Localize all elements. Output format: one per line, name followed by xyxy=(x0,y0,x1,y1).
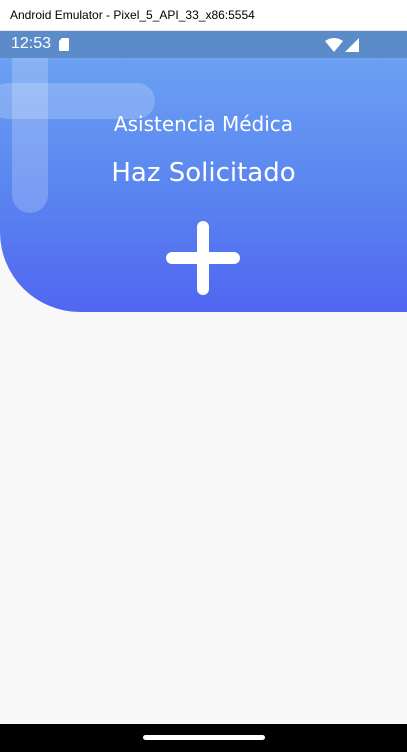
home-gesture-handle[interactable] xyxy=(143,735,265,740)
cellular-signal-icon xyxy=(345,38,359,52)
window-titlebar[interactable]: Android Emulator - Pixel_5_API_33_x86:55… xyxy=(0,0,407,31)
header-subtitle: Asistencia Médica xyxy=(113,112,294,136)
window-title: Android Emulator - Pixel_5_API_33_x86:55… xyxy=(10,8,255,22)
wifi-icon xyxy=(325,38,343,52)
navigation-bar xyxy=(0,724,407,752)
header-title: Haz Solicitado xyxy=(111,158,296,188)
emulator-window: Android Emulator - Pixel_5_API_33_x86:55… xyxy=(0,0,407,752)
header-banner: Asistencia Médica Haz Solicitado xyxy=(0,31,407,312)
plus-icon[interactable] xyxy=(166,221,240,295)
status-time: 12:53 xyxy=(11,35,52,52)
sim-card-icon xyxy=(59,38,69,51)
status-bar: 12:53 xyxy=(0,31,407,58)
device-screen: 12:53 Asistencia Médica Haz Solicitado xyxy=(0,31,407,752)
